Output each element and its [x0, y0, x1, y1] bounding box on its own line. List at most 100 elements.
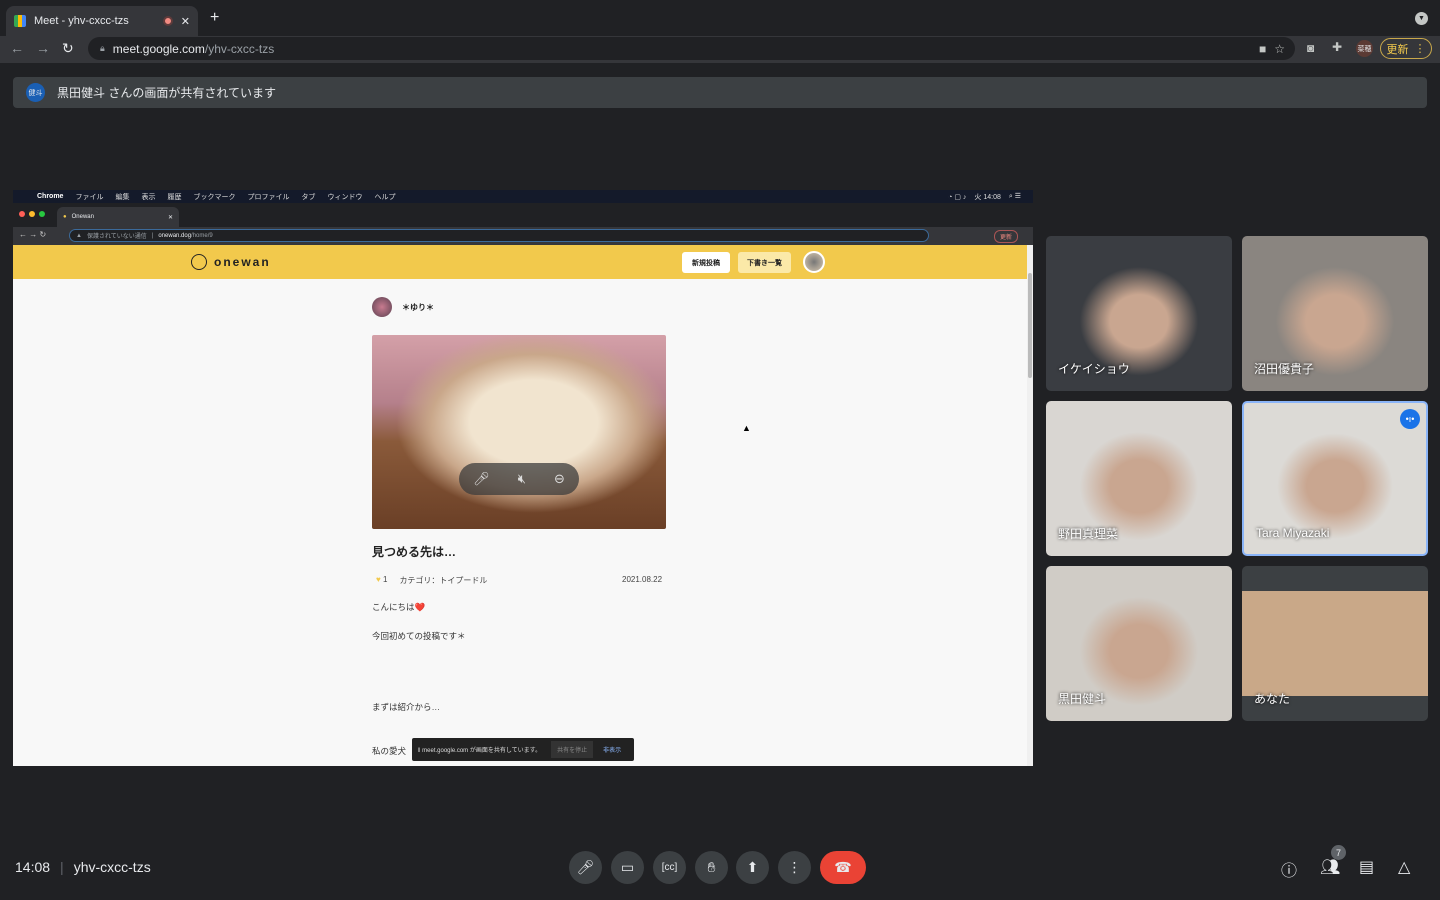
post-photo: [372, 335, 666, 529]
participant-tile[interactable]: イケイショウ: [1046, 236, 1232, 391]
participant-tile[interactable]: あなた: [1242, 566, 1428, 721]
author-name: ＊ゆり＊: [402, 303, 434, 312]
more-options-button[interactable]: ⋮: [778, 851, 811, 884]
screenshot-icon[interactable]: ◙: [1307, 41, 1314, 55]
participant-tile[interactable]: 黒田健斗: [1046, 566, 1232, 721]
microphone-button[interactable]: 🎤︎: [569, 851, 602, 884]
participant-name: 黒田健斗: [1058, 692, 1107, 706]
menubar-app: Chrome: [37, 193, 64, 200]
post-meta: ♥ 1 カテゴリ：トイプードル: [376, 575, 487, 586]
site-header: [13, 245, 1027, 279]
presentation-banner: 健斗 黒田健斗 さんの画面が共有されています: [13, 77, 1427, 108]
url-host: meet.google.com: [112, 41, 205, 56]
minimize-icon[interactable]: ⊖: [554, 471, 565, 487]
shared-screen: Chrome ファイル 編集 表示 履歴 ブックマーク プロファイル タブ ウィ…: [13, 190, 1033, 766]
site-user-avatar[interactable]: [803, 251, 825, 273]
participant-name: Tara Miyazaki: [1256, 526, 1330, 540]
leave-call-button[interactable]: ☎︎: [820, 851, 866, 884]
participant-name: 野田真理菜: [1058, 527, 1119, 541]
participant-name: あなた: [1254, 692, 1291, 706]
menubar-item: ブックマーク: [193, 193, 236, 201]
people-icon[interactable]: 👥︎: [1320, 857, 1340, 877]
address-bar[interactable]: 🔒︎ meet.google.com/yhv-cxcc-tzs ■ ☆: [88, 37, 1295, 60]
participant-tile[interactable]: Tara Miyazaki •ı•: [1242, 401, 1428, 556]
microphone-icon: 🎤︎: [576, 859, 595, 875]
menubar-item: プロファイル: [247, 193, 290, 201]
meeting-code: yhv-cxcc-tzs: [73, 859, 151, 875]
browser-tab[interactable]: Meet - yhv-cxcc-tzs ✕: [6, 6, 198, 36]
inner-scrollbar: [1027, 245, 1033, 766]
inner-tab: ● Onewan ✕: [57, 207, 179, 227]
profile-avatar[interactable]: 菜穂: [1356, 40, 1373, 57]
new-post-button[interactable]: 新規投稿: [682, 252, 730, 273]
browser-tab-strip: Meet - yhv-cxcc-tzs ✕ + ▼: [0, 0, 1440, 36]
meet-favicon-icon: [14, 15, 26, 27]
post-line: まずは紹介から…: [372, 702, 441, 712]
mac-menubar: Chrome ファイル 編集 表示 履歴 ブックマーク プロファイル タブ ウィ…: [13, 190, 1033, 203]
mac-clock: 火 14:08: [974, 193, 1001, 201]
menu-icon: ⋮: [1414, 43, 1426, 55]
back-icon[interactable]: ←: [10, 40, 24, 56]
update-label: 更新: [1386, 43, 1409, 56]
update-button[interactable]: 更新 ⋮: [1380, 38, 1432, 59]
bookmark-star-icon[interactable]: ☆: [1274, 42, 1285, 56]
logo-text: onewan: [214, 255, 271, 269]
menubar-item: 表示: [141, 193, 156, 201]
heart-icon: ♥: [376, 575, 381, 584]
camera-button[interactable]: ▭: [611, 851, 644, 884]
drafts-button[interactable]: 下書き一覧: [738, 252, 791, 273]
forward-icon[interactable]: →: [36, 40, 50, 56]
captions-button[interactable]: [cc]: [653, 851, 686, 884]
presenter-overlay-controls[interactable]: 🎤︎ 🔇︎ ⊖: [459, 463, 579, 495]
captions-icon: [cc]: [661, 862, 678, 873]
present-icon: ⬆: [746, 859, 759, 875]
tab-title: Meet - yhv-cxcc-tzs: [34, 15, 129, 27]
menubar-item: タブ: [301, 193, 316, 201]
close-icon: ✕: [167, 214, 173, 221]
chat-icon[interactable]: ▤: [1359, 857, 1374, 877]
menubar-item: ウィンドウ: [327, 193, 363, 201]
inner-update-button: 更新: [994, 230, 1019, 243]
speaking-indicator-icon: •ı•: [1400, 409, 1420, 429]
close-tab-icon[interactable]: ✕: [181, 15, 190, 28]
inner-url-host: onewan.dog: [158, 232, 192, 239]
tab-search-icon[interactable]: ▼: [1415, 12, 1428, 25]
hide-button[interactable]: 非表示: [603, 745, 621, 754]
mac-status-icons: ◔ ▢ ♪ 火 14:08 ⌕ ☰: [948, 190, 1021, 203]
activities-icon[interactable]: △: [1398, 857, 1410, 877]
extensions-icon[interactable]: ✚: [1332, 40, 1342, 54]
mic-off-icon[interactable]: 🎤︎: [473, 471, 490, 487]
inner-url-path: /home/9: [191, 232, 213, 239]
meeting-info: 14:08 | yhv-cxcc-tzs: [15, 859, 151, 875]
window-controls: [19, 211, 45, 217]
url-path: /yhv-cxcc-tzs: [204, 41, 275, 56]
recording-indicator-icon: [162, 16, 173, 26]
raise-hand-button[interactable]: ✋︎: [695, 851, 728, 884]
audio-off-icon[interactable]: 🔇︎: [518, 471, 526, 487]
hang-up-icon: ☎︎: [834, 859, 852, 875]
participant-count-badge: 7: [1331, 845, 1346, 860]
info-icon[interactable]: ⓘ: [1281, 857, 1297, 881]
menubar-item: 編集: [115, 193, 130, 201]
menubar-item: 履歴: [167, 193, 182, 201]
participant-tile[interactable]: 沼田優貴子: [1242, 236, 1428, 391]
participant-name: 沼田優貴子: [1254, 362, 1315, 376]
present-button[interactable]: ⬆: [736, 851, 769, 884]
onewan-logo-icon: [191, 254, 207, 270]
search-icon: ⌕ ☰: [1008, 193, 1021, 200]
reload-icon[interactable]: ↻: [62, 40, 74, 57]
stop-sharing-button[interactable]: 共有を停止: [551, 741, 594, 758]
participant-tile[interactable]: 野田真理菜: [1046, 401, 1232, 556]
inner-address-bar: ▲ 保護されていない通信 | onewan.dog/home/9: [69, 229, 929, 242]
author-avatar: [372, 297, 392, 317]
camera-in-use-icon[interactable]: ■: [1259, 42, 1266, 56]
post-title: 見つめる先は…: [372, 545, 457, 559]
camera-icon: ▭: [620, 859, 635, 875]
post-line: 私の愛犬: [372, 746, 407, 756]
toast-text: meet.google.com が画面を共有しています。: [422, 748, 542, 754]
mouse-cursor-icon: ▲: [742, 423, 751, 433]
inner-tab-title: Onewan: [71, 214, 94, 220]
post-line: 今回初めての投稿です＊: [372, 631, 466, 641]
new-tab-button[interactable]: +: [210, 9, 219, 27]
onewan-favicon-icon: ●: [63, 214, 67, 220]
